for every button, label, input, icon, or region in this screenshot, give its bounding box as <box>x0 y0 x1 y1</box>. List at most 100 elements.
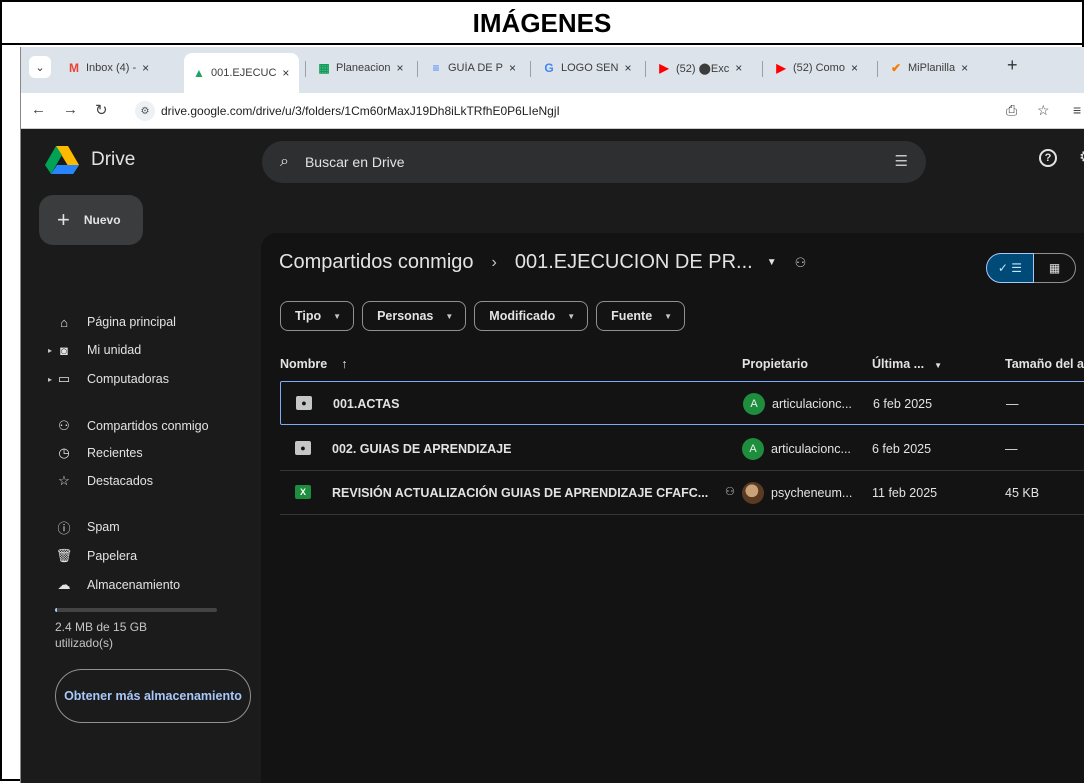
browser-tab[interactable]: ▦ Planeacion × <box>309 53 411 83</box>
document-frame: IMÁGENES ⌄ M Inbox (4) - × ▲ 001.EJECUC × ▦ Pla… <box>0 0 1084 783</box>
new-button[interactable]: + Nuevo <box>39 195 143 245</box>
search-bar[interactable]: ⌕ Buscar en Drive ☰ <box>262 141 926 183</box>
browser-tab[interactable]: ✔ MiPlanilla × <box>881 53 993 83</box>
modified-date: 11 feb 2025 <box>872 486 938 500</box>
sidebar-item-label: Almacenamiento <box>87 578 181 592</box>
breadcrumb-parent[interactable]: Compartidos conmigo <box>279 251 474 274</box>
column-name-header[interactable]: Nombre ↑ <box>280 357 347 371</box>
drive-logo[interactable]: Drive <box>45 145 135 175</box>
file-size: 45 KB <box>1005 486 1040 500</box>
reading-list-icon[interactable]: ≡ <box>1073 102 1081 118</box>
owner-name: articulacionc... <box>771 442 851 456</box>
filter-chip-label: Tipo <box>295 309 322 323</box>
expand-caret-icon[interactable]: ▸ <box>48 375 52 384</box>
settings-icon[interactable]: ⚙ <box>1079 147 1084 167</box>
breadcrumb: Compartidos conmigo › 001.EJECUCION DE P… <box>279 251 806 274</box>
browser-tab[interactable]: ▲ 001.EJECUC × <box>184 53 299 93</box>
sidebar-item-home[interactable]: ⌂ Página principal <box>21 309 251 335</box>
caret-down-icon: ▼ <box>333 311 342 321</box>
file-name[interactable]: 002. GUIAS DE APRENDIZAJE <box>332 442 511 456</box>
drive-app: Drive ⌕ Buscar en Drive ☰ ? ⚙ + Nuevo ⌂ P… <box>21 129 1084 783</box>
browser-tab-label: LOGO SEN <box>561 62 619 74</box>
site-settings-icon[interactable]: ⚙ <box>135 101 155 121</box>
browser-tab[interactable]: ▶ (52) Como × <box>766 53 870 83</box>
file-name[interactable]: REVISIÓN ACTUALIZACIÓN GUIAS DE APRENDIZ… <box>332 486 708 500</box>
browser-tab[interactable]: M Inbox (4) - × <box>59 53 174 83</box>
caret-down-icon[interactable]: ▼ <box>767 257 777 268</box>
owner-cell: Aarticulacionc... <box>742 438 851 460</box>
column-modified-header[interactable]: Última ... ▼ <box>872 357 942 371</box>
sort-arrow-up-icon[interactable]: ↑ <box>341 357 347 371</box>
filter-chip-modificado[interactable]: Modificado ▼ <box>474 301 589 331</box>
bookmark-star-icon[interactable]: ☆ <box>1037 102 1050 119</box>
docs-icon: ≡ <box>432 61 440 75</box>
filter-chips: Tipo ▼ Personas ▼ Modificado ▼ Fuente ▼ <box>280 301 693 331</box>
install-app-icon[interactable]: ⎙ <box>1006 102 1017 119</box>
help-icon[interactable]: ? <box>1039 149 1057 167</box>
sidebar-item-shared[interactable]: ⚇ Compartidos conmigo <box>21 413 251 439</box>
owner-name: articulacionc... <box>772 397 852 411</box>
close-tab-icon[interactable]: × <box>509 61 516 75</box>
search-options-icon[interactable]: ☰ <box>895 152 908 170</box>
storage-usage-fill <box>55 608 57 612</box>
filter-chip-personas[interactable]: Personas ▼ <box>362 301 467 331</box>
caret-down-icon[interactable]: ▼ <box>934 361 942 370</box>
shared-people-icon: ⚇ <box>725 486 735 498</box>
reload-icon[interactable]: ↻ <box>95 101 108 119</box>
sidebar-item-star[interactable]: ☆ Destacados <box>21 468 251 494</box>
cloud-icon: ☁ <box>57 577 71 592</box>
table-row[interactable]: X REVISIÓN ACTUALIZACIÓN GUIAS DE APRENDI… <box>280 471 1084 515</box>
caret-down-icon: ▼ <box>664 311 673 321</box>
filter-chip-label: Modificado <box>489 309 556 323</box>
column-owner-header[interactable]: Propietario <box>742 357 808 371</box>
avatar: A <box>742 438 764 460</box>
expand-caret-icon[interactable]: ▸ <box>48 346 52 355</box>
close-tab-icon[interactable]: × <box>396 61 403 75</box>
browser-tab[interactable]: ≡ GUÍA DE P × <box>421 53 523 83</box>
search-input[interactable]: Buscar en Drive <box>305 154 405 170</box>
modified-date: 6 feb 2025 <box>873 397 933 411</box>
sidebar-item-cloud[interactable]: ☁ Almacenamiento <box>21 572 251 598</box>
list-view-button[interactable]: ✓ ☰ <box>986 253 1034 283</box>
table-row[interactable]: ● 002. GUIAS DE APRENDIZAJE Aarticulacionc… <box>280 427 1084 471</box>
filter-chip-fuente[interactable]: Fuente ▼ <box>596 301 686 331</box>
close-tab-icon[interactable]: × <box>735 61 742 75</box>
sidebar-item-computer[interactable]: ▸ ▭ Computadoras <box>21 366 251 392</box>
file-name[interactable]: 001.ACTAS <box>333 397 399 411</box>
sidebar-item-label: Compartidos conmigo <box>87 419 209 433</box>
tab-separator <box>645 61 646 77</box>
column-modified-label: Última ... <box>872 357 925 371</box>
sidebar-item-my-drive[interactable]: ▸ ◙ Mi unidad <box>21 337 251 363</box>
search-icon[interactable]: ⌕ <box>280 153 289 171</box>
new-tab-button[interactable]: + <box>1007 55 1018 76</box>
owner-cell: Aarticulacionc... <box>743 393 852 415</box>
new-button-label: Nuevo <box>83 213 121 227</box>
close-tab-icon[interactable]: × <box>282 66 289 80</box>
my-drive-icon: ◙ <box>60 342 68 358</box>
browser-tab[interactable]: G LOGO SEN × <box>534 53 638 83</box>
sidebar-item-clock[interactable]: ◷ Recientes <box>21 440 251 466</box>
table-row[interactable]: ● 001.ACTAS Aarticulacionc... 6 feb 2025 — <box>280 381 1084 425</box>
url-field[interactable]: ⚙ drive.google.com/drive/u/3/folders/1Cm… <box>135 99 1035 123</box>
shared-icon: ⚇ <box>58 418 70 433</box>
grid-view-button[interactable]: ▦ <box>1034 253 1076 283</box>
column-size-header[interactable]: Tamaño del a <box>1005 357 1084 371</box>
document-heading-text: IMÁGENES <box>472 8 612 38</box>
owner-cell: psycheneum... <box>742 482 852 504</box>
close-tab-icon[interactable]: × <box>851 61 858 75</box>
sidebar-item-spam[interactable]: ⓘ Spam <box>21 514 251 540</box>
tab-search-chevron-icon[interactable]: ⌄ <box>29 56 51 78</box>
browser-tab[interactable]: ▶ (52) ⬤Exc × <box>649 53 755 83</box>
modified-date: 6 feb 2025 <box>872 442 932 456</box>
forward-arrow-icon[interactable]: → <box>63 101 78 118</box>
close-tab-icon[interactable]: × <box>624 61 631 75</box>
sidebar-item-trash[interactable]: 🗑 Papelera <box>21 543 251 569</box>
breadcrumb-current[interactable]: 001.EJECUCION DE PR... <box>515 251 753 274</box>
back-arrow-icon[interactable]: ← <box>31 101 46 118</box>
close-tab-icon[interactable]: × <box>142 61 149 75</box>
drive-title: Drive <box>91 149 136 170</box>
filter-chip-tipo[interactable]: Tipo ▼ <box>280 301 355 331</box>
close-tab-icon[interactable]: × <box>961 61 968 75</box>
tab-separator <box>877 61 878 77</box>
get-more-storage-button[interactable]: Obtener más almacenamiento <box>55 669 251 723</box>
